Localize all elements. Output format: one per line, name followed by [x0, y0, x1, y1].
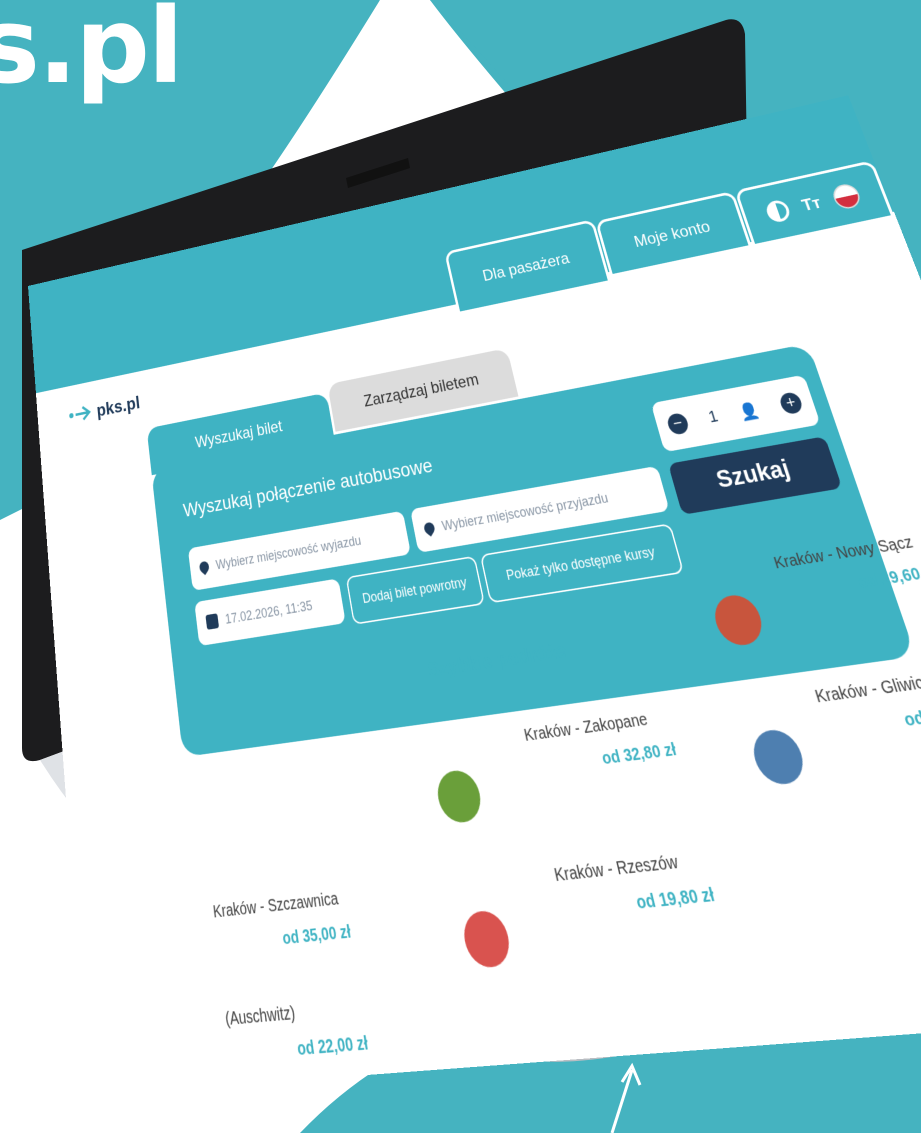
quick-trip-price: od 32,80 zł — [600, 740, 679, 770]
quick-trip-item[interactable]: (Auschwitz) od 22,00 zł — [224, 998, 369, 1066]
tab-passenger-label: Dla pasażera — [480, 248, 572, 285]
mountains-zakopane-icon — [433, 768, 485, 825]
passenger-count: 1 — [706, 407, 721, 427]
quick-trip-price: od 22,00 zł — [296, 1034, 370, 1061]
quick-trip-item[interactable]: Kraków - Rzeszów od 19,80 zł — [553, 850, 717, 922]
logo-arrow-icon — [69, 404, 93, 424]
quick-trip-route: Kraków - Gliwice — [813, 672, 921, 708]
tab-manage-ticket-label: Zarządzaj biletem — [362, 369, 481, 411]
person-icon: 👤 — [737, 401, 762, 423]
quick-trip-item[interactable]: Kraków - Zakopane od 32,80 zł — [523, 708, 679, 778]
calendar-icon — [205, 613, 220, 630]
tab-find-ticket-label: Wyszukaj bilet — [194, 416, 284, 452]
quick-trip-price: od 35,00 zł — [281, 923, 353, 950]
flag-pl-icon[interactable] — [829, 182, 863, 211]
city-rzeszow-icon — [459, 909, 514, 970]
tab-my-account-label: Moje konto — [631, 216, 713, 252]
location-pin-icon — [197, 559, 211, 576]
city-gliwice-icon — [747, 727, 810, 787]
quick-trip-price: od 34,00 zł — [901, 701, 921, 732]
quick-trip-route: Kraków - Zakopane — [522, 711, 650, 746]
logo-text: pks.pl — [95, 391, 141, 421]
quick-trip-route: (Auschwitz) — [224, 1004, 297, 1031]
minus-passenger-button[interactable]: − — [665, 412, 691, 436]
quick-trip-item[interactable]: Kraków - Szczawnica od 35,00 zł — [212, 889, 352, 956]
quick-trip-route: Kraków - Szczawnica — [212, 890, 340, 923]
contrast-icon[interactable] — [764, 198, 793, 224]
location-pin-icon — [422, 520, 437, 537]
quick-trip-price: od 29,60 zł — [855, 563, 921, 594]
font-size-icon[interactable]: Tт — [799, 193, 823, 215]
date-value: 17.02.2026, 11:35 — [224, 597, 314, 627]
quick-trip-item[interactable]: Kraków - Gliwice od 34,00 zł — [813, 667, 921, 741]
site-logo[interactable]: pks.pl — [68, 391, 141, 426]
quick-trip-route: Kraków - Rzeszów — [552, 853, 681, 887]
plus-passenger-button[interactable]: + — [777, 391, 805, 416]
quick-trip-price: od 19,80 zł — [634, 885, 718, 915]
